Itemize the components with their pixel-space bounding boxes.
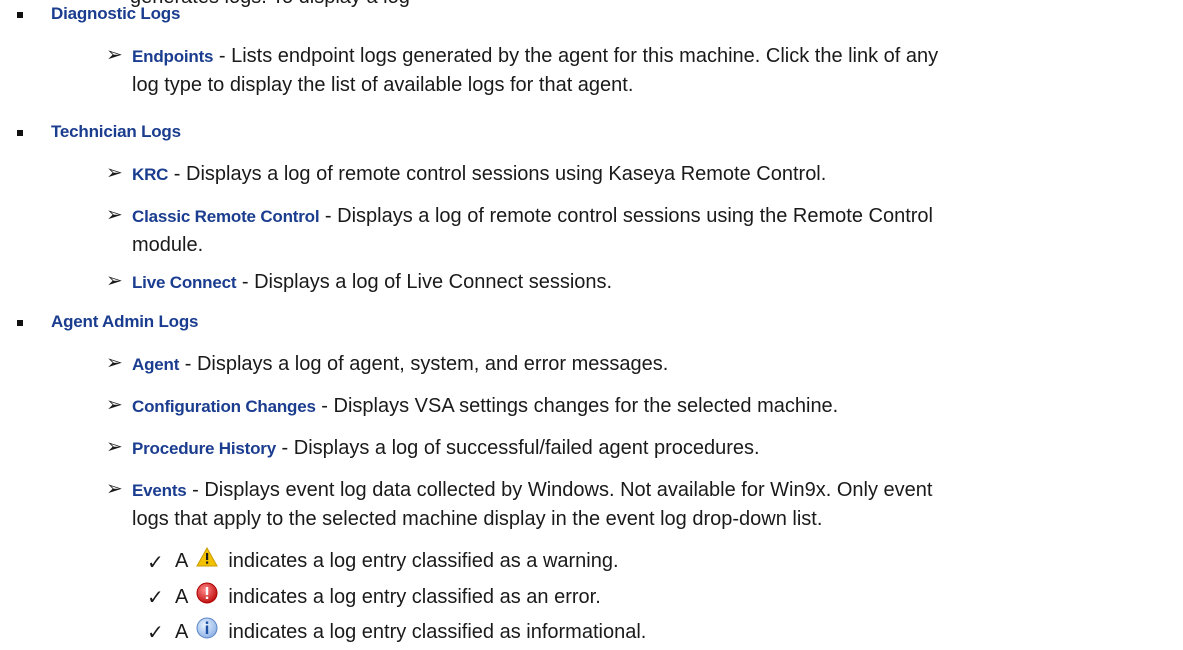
arrow-bullet-icon: ➢	[106, 436, 123, 458]
list-item-configuration-changes: Configuration Changes - Displays VSA set…	[132, 392, 1162, 421]
note-text: indicates a log entry classified as a wa…	[228, 550, 619, 572]
item-label-live-connect: Live Connect	[132, 273, 237, 292]
checkmark-bullet-icon: ✓	[147, 587, 164, 609]
list-item-agent: Agent - Displays a log of agent, system,…	[132, 350, 1162, 379]
list-item-live-connect: Live Connect - Displays a log of Live Co…	[132, 268, 1162, 297]
item-label-events: Events	[132, 481, 187, 500]
square-bullet-icon	[17, 320, 23, 326]
item-text: - Displays a log of remote control sessi…	[168, 163, 827, 185]
square-bullet-icon	[17, 12, 23, 18]
checkmark-bullet-icon: ✓	[147, 552, 164, 574]
arrow-bullet-icon: ➢	[106, 478, 123, 500]
item-label-krc: KRC	[132, 165, 169, 184]
item-label-agent: Agent	[132, 355, 180, 374]
item-text-cont: log type to display the list of availabl…	[132, 74, 634, 96]
arrow-bullet-icon: ➢	[106, 162, 123, 184]
section-title-diagnostic-logs: Diagnostic Logs	[51, 4, 181, 23]
item-text: - Displays a log of successful/failed ag…	[275, 437, 760, 459]
square-bullet-icon	[17, 130, 23, 136]
section-title-technician-logs: Technician Logs	[51, 122, 181, 141]
list-item-procedure-history: Procedure History - Displays a log of su…	[132, 434, 1162, 463]
item-label-procedure-history: Procedure History	[132, 439, 276, 458]
arrow-bullet-icon: ➢	[106, 204, 123, 226]
item-text: - Displays a log of Live Connect session…	[236, 271, 613, 293]
checkmark-bullet-icon: ✓	[147, 622, 164, 644]
icon-note-error: A indicates a log entry classified as an…	[175, 582, 601, 612]
item-text: - Displays VSA settings changes for the …	[315, 395, 839, 417]
section-title-agent-admin-logs: Agent Admin Logs	[51, 312, 199, 331]
item-text-cont: logs that apply to the selected machine …	[132, 508, 823, 530]
document-page: generates logs. To display a log Diagnos…	[0, 0, 1183, 650]
note-text: indicates a log entry classified as an e…	[228, 586, 601, 608]
arrow-bullet-icon: ➢	[106, 394, 123, 416]
icon-note-warning: A indicates a log entry classified as a …	[175, 546, 619, 575]
item-text: - Displays event log data collected by W…	[186, 479, 933, 501]
icon-note-info: A indicates a log entry classified as in…	[175, 617, 646, 647]
warning-icon	[196, 546, 219, 575]
item-label-configuration-changes: Configuration Changes	[132, 397, 316, 416]
note-text: indicates a log entry classified as info…	[228, 621, 647, 643]
item-text-cont: module.	[132, 234, 204, 256]
note-prefix: A	[175, 586, 189, 608]
arrow-bullet-icon: ➢	[106, 270, 123, 292]
arrow-bullet-icon: ➢	[106, 44, 123, 66]
note-prefix: A	[175, 621, 189, 643]
list-item-events: Events - Displays event log data collect…	[132, 476, 1162, 533]
list-item-endpoints: Endpoints - Lists endpoint logs generate…	[132, 42, 1162, 99]
item-text: - Displays a log of agent, system, and e…	[179, 353, 669, 375]
list-item-classic-remote-control: Classic Remote Control - Displays a log …	[132, 202, 1162, 259]
list-item-krc: KRC - Displays a log of remote control s…	[132, 160, 1162, 189]
item-label-classic-remote-control: Classic Remote Control	[132, 207, 320, 226]
info-icon	[196, 617, 218, 647]
item-text: - Displays a log of remote control sessi…	[319, 205, 933, 227]
item-label-endpoints: Endpoints	[132, 47, 214, 66]
error-icon	[196, 582, 218, 612]
note-prefix: A	[175, 550, 189, 572]
arrow-bullet-icon: ➢	[106, 352, 123, 374]
item-text: - Lists endpoint logs generated by the a…	[213, 45, 939, 67]
